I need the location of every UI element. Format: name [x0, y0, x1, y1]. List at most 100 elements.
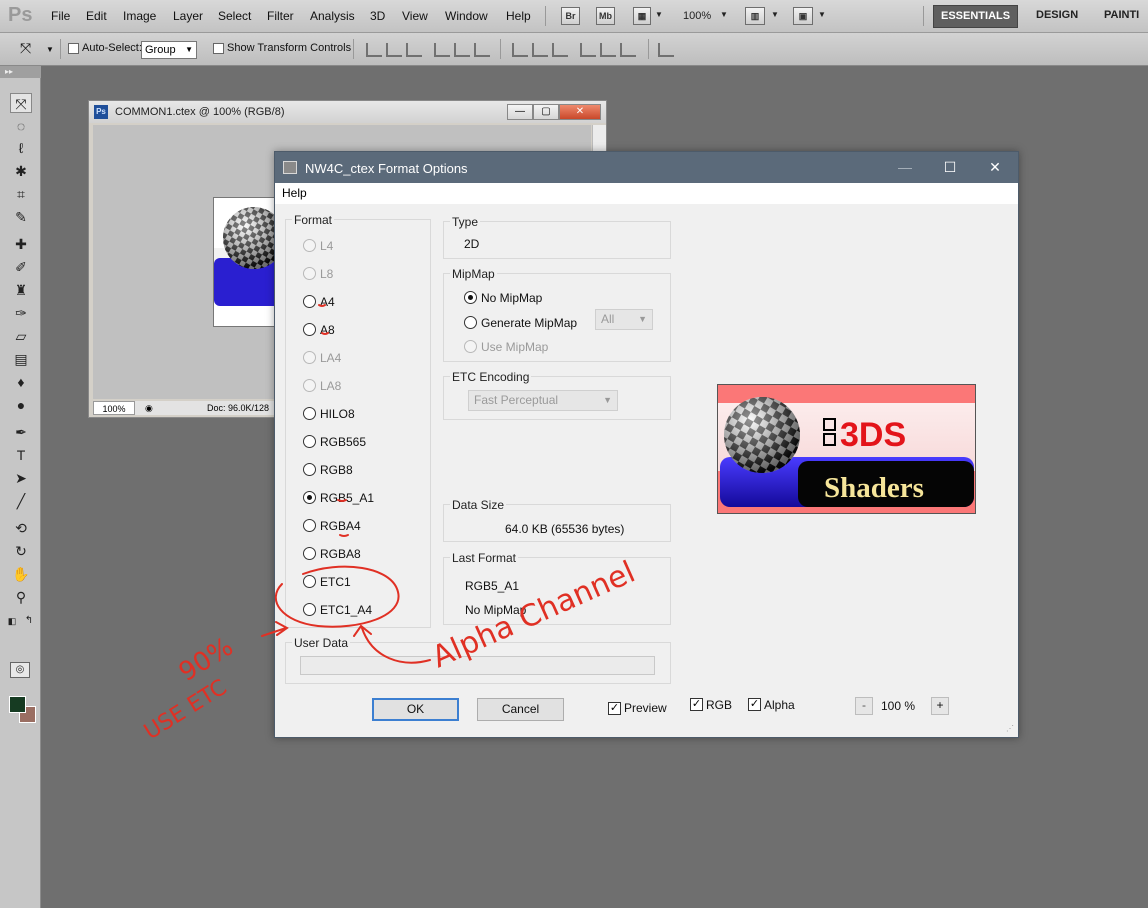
radio-button-selected[interactable] [303, 491, 316, 504]
default-colors-icon[interactable]: ◧ [5, 611, 19, 631]
quick-mask-icon[interactable]: ◎ [10, 662, 30, 678]
menu-filter[interactable]: Filter [267, 9, 294, 23]
clone-stamp-icon[interactable]: ♜ [10, 280, 32, 300]
radio-button[interactable] [303, 519, 316, 532]
radio-button[interactable] [303, 435, 316, 448]
menu-analysis[interactable]: Analysis [310, 9, 355, 23]
3d-rotate-icon[interactable]: ⟲ [10, 518, 32, 538]
move-tool-icon[interactable]: ⤧ [20, 40, 31, 57]
arrange-documents-icon[interactable]: ▥ [745, 7, 765, 25]
distribute-top-icon[interactable] [512, 43, 528, 57]
auto-select-dropdown[interactable]: Group ▼ [141, 41, 197, 59]
tools-panel-grip[interactable]: ▸▸ [0, 66, 41, 78]
brush-tool-icon[interactable]: ✐ [10, 257, 32, 277]
close-icon[interactable]: ✕ [559, 104, 601, 120]
align-top-icon[interactable] [366, 43, 382, 57]
radio-button[interactable] [303, 463, 316, 476]
marquee-tool-icon[interactable]: ◌ [10, 116, 32, 136]
document-zoom-field[interactable]: 100% [93, 401, 135, 415]
radio-button[interactable] [303, 351, 316, 364]
align-vertical-center-icon[interactable] [386, 43, 402, 57]
dialog-menu-help[interactable]: Help [282, 186, 307, 200]
alpha-checkbox[interactable]: ✓ [748, 698, 761, 711]
radio-button[interactable] [303, 239, 316, 252]
menu-layer[interactable]: Layer [173, 9, 203, 23]
menu-3d[interactable]: 3D [370, 9, 385, 23]
minimize-icon[interactable]: — [507, 104, 533, 120]
distribute-left-icon[interactable] [580, 43, 596, 57]
lasso-tool-icon[interactable]: ℓ [10, 138, 32, 158]
foreground-color-swatch[interactable] [9, 696, 26, 713]
path-selection-icon[interactable]: ➤ [10, 468, 32, 488]
magic-wand-icon[interactable]: ✱ [10, 161, 32, 181]
rgb-checkbox[interactable]: ✓ [690, 698, 703, 711]
workspace-painting-button[interactable]: PAINTI [1097, 5, 1146, 28]
3d-orbit-icon[interactable]: ↻ [10, 541, 32, 561]
auto-align-layers-icon[interactable] [658, 43, 674, 57]
distribute-horizontal-center-icon[interactable] [600, 43, 616, 57]
maximize-icon[interactable]: ▢ [533, 104, 559, 120]
extras-grid-icon[interactable]: ▦ [633, 7, 651, 25]
line-tool-icon[interactable]: ╱ [10, 491, 32, 511]
workspace-design-button[interactable]: DESIGN [1029, 5, 1085, 28]
swap-colors-icon[interactable]: ↰ [22, 611, 36, 631]
preview-checkbox[interactable]: ✓ [608, 702, 621, 715]
chevron-down-icon[interactable]: ▼ [720, 10, 728, 19]
pen-tool-icon[interactable]: ✒ [10, 422, 32, 442]
chevron-down-icon[interactable]: ▼ [818, 10, 826, 19]
distribute-bottom-icon[interactable] [552, 43, 568, 57]
dialog-titlebar[interactable]: NW4C_ctex Format Options — ☐ ✕ [275, 152, 1018, 183]
radio-button[interactable] [303, 407, 316, 420]
align-horizontal-center-icon[interactable] [454, 43, 470, 57]
align-left-icon[interactable] [434, 43, 450, 57]
move-tool-icon[interactable]: ⤧ [10, 93, 32, 113]
menu-select[interactable]: Select [218, 9, 251, 23]
healing-brush-icon[interactable]: ✚ [10, 234, 32, 254]
gradient-tool-icon[interactable]: ▤ [10, 349, 32, 369]
radio-button[interactable] [303, 379, 316, 392]
auto-select-checkbox[interactable] [68, 43, 79, 54]
zoom-level-display[interactable]: 100% [683, 10, 711, 22]
blur-tool-icon[interactable]: ♦ [10, 372, 32, 392]
workspace-essentials-button[interactable]: ESSENTIALS [933, 5, 1019, 28]
zoom-in-button[interactable]: + [931, 697, 949, 715]
bridge-button[interactable]: Br [561, 7, 580, 25]
distribute-right-icon[interactable] [620, 43, 636, 57]
dodge-tool-icon[interactable]: ● [10, 395, 32, 415]
radio-button[interactable] [303, 575, 316, 588]
menu-file[interactable]: File [51, 9, 70, 23]
crop-tool-icon[interactable]: ⌗ [10, 184, 32, 204]
menu-edit[interactable]: Edit [86, 9, 107, 23]
zoom-out-button[interactable]: - [855, 697, 873, 715]
radio-button[interactable] [464, 340, 477, 353]
radio-button[interactable] [303, 295, 316, 308]
radio-button[interactable] [303, 547, 316, 560]
minimize-icon[interactable]: — [890, 157, 920, 177]
show-transform-controls-checkbox[interactable] [213, 43, 224, 54]
user-data-input[interactable] [300, 656, 655, 675]
menu-view[interactable]: View [402, 9, 428, 23]
menu-help[interactable]: Help [506, 9, 531, 23]
close-icon[interactable]: ✕ [980, 157, 1010, 177]
resize-grip-icon[interactable]: ⋰ [1006, 724, 1014, 733]
radio-button[interactable] [303, 323, 316, 336]
history-brush-icon[interactable]: ✑ [10, 303, 32, 323]
radio-button[interactable] [303, 603, 316, 616]
status-menu-icon[interactable]: ◉ [145, 401, 153, 415]
chevron-down-icon[interactable]: ▼ [46, 45, 54, 54]
hand-tool-icon[interactable]: ✋ [10, 564, 32, 584]
ok-button[interactable]: OK [372, 698, 459, 721]
eyedropper-icon[interactable]: ✎ [10, 207, 32, 227]
menu-image[interactable]: Image [123, 9, 156, 23]
radio-button[interactable] [464, 316, 477, 329]
type-tool-icon[interactable]: T [10, 445, 32, 465]
radio-button[interactable] [303, 267, 316, 280]
align-bottom-icon[interactable] [406, 43, 422, 57]
eraser-tool-icon[interactable]: ▱ [10, 326, 32, 346]
document-titlebar[interactable]: Ps COMMON1.ctex @ 100% (RGB/8) — ▢ ✕ [89, 101, 606, 123]
cancel-button[interactable]: Cancel [477, 698, 564, 721]
zoom-tool-icon[interactable]: ⚲ [10, 587, 32, 607]
menu-window[interactable]: Window [445, 9, 488, 23]
etc-encoding-dropdown[interactable]: Fast Perceptual ▼ [468, 390, 618, 411]
mini-bridge-button[interactable]: Mb [596, 7, 615, 25]
